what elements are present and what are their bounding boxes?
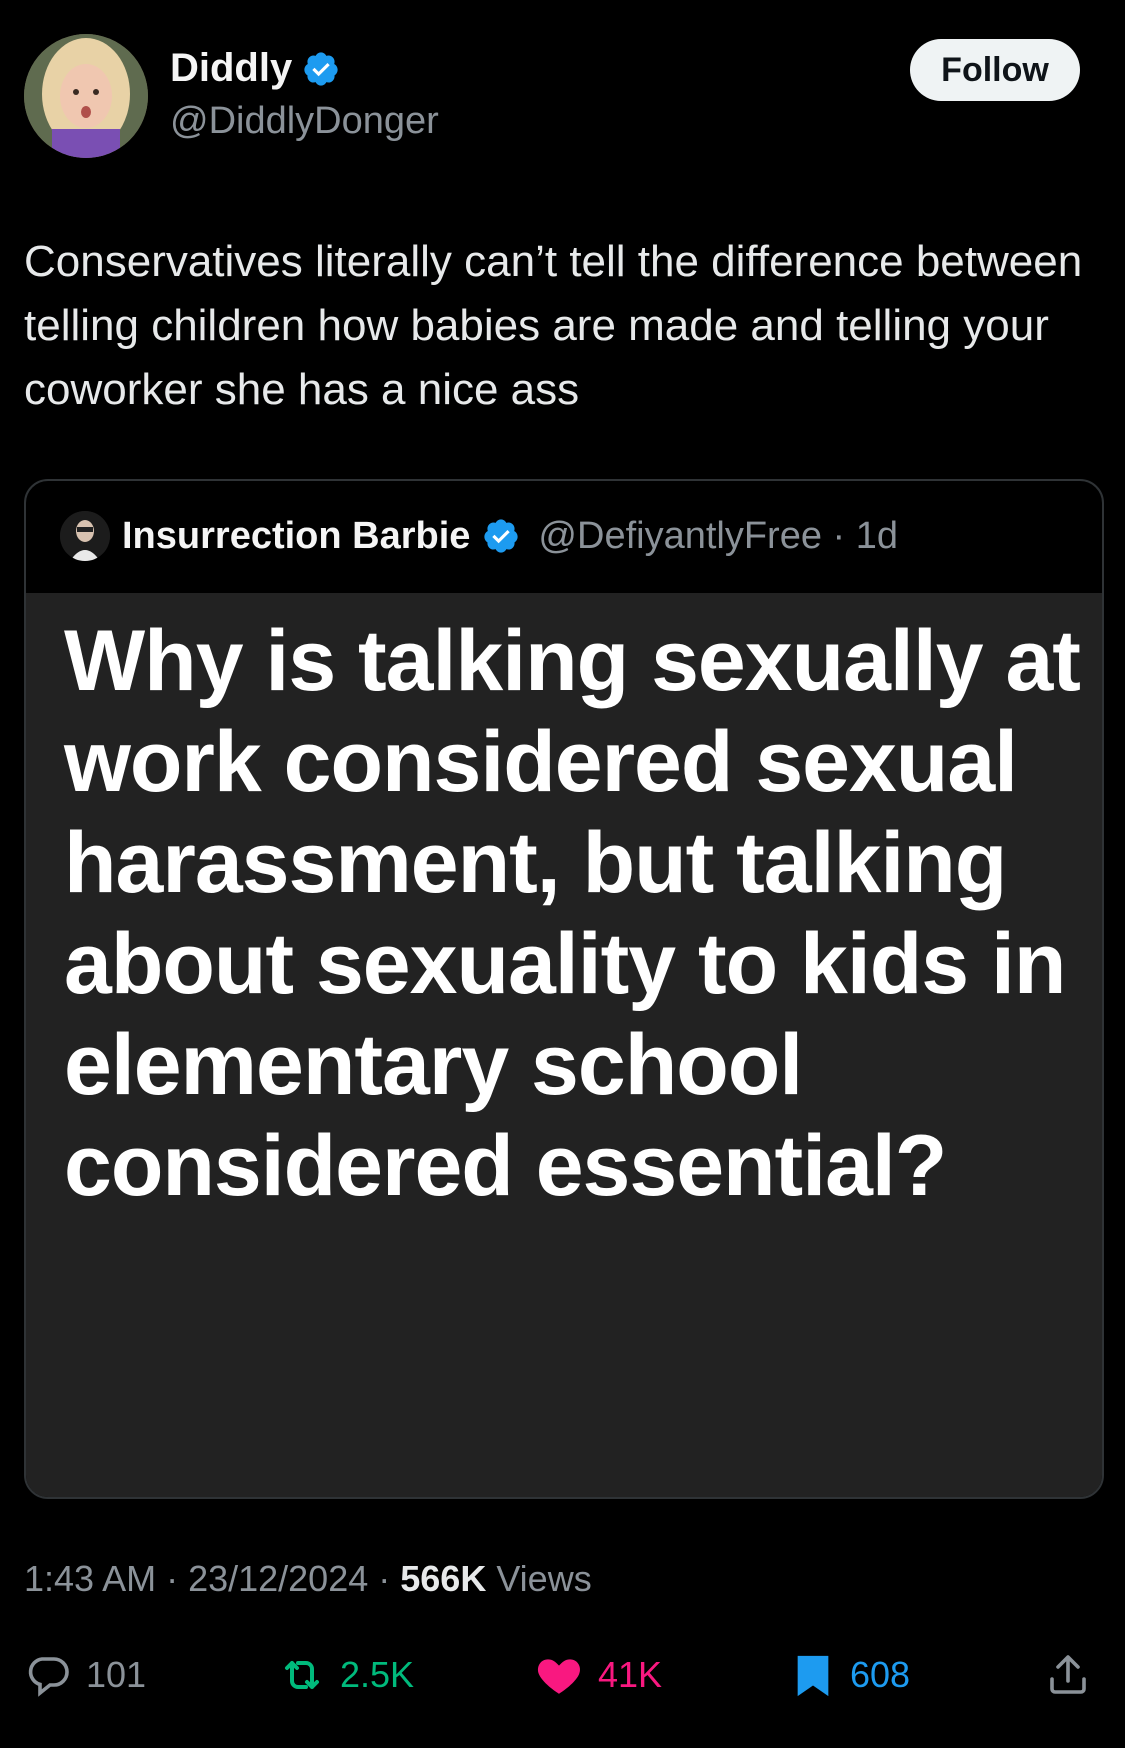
quote-header: Insurrection Barbie @DefiyantlyFree · 1d [26,481,1102,591]
quote-author-handle-time[interactable]: @DefiyantlyFree · 1d [538,515,898,558]
repost-icon [285,1661,319,1689]
like-count: 41K [598,1654,663,1695]
share-icon [1050,1655,1086,1694]
verified-badge-icon [304,51,338,86]
reply-count: 101 [86,1654,147,1695]
bookmark-button[interactable]: 608 [790,1640,910,1710]
heart-icon [537,1659,581,1694]
views-label: Views [486,1558,592,1599]
quote-avatar-image [60,511,110,561]
avatar-image [24,34,148,158]
quote-author-name[interactable]: Insurrection Barbie [122,515,470,558]
views-count: 566K [400,1558,487,1599]
quote-tweet-card[interactable]: Insurrection Barbie @DefiyantlyFree · 1d… [24,479,1104,1499]
quote-author-avatar[interactable] [60,511,110,561]
share-button[interactable] [1044,1640,1092,1710]
like-button[interactable]: 41K [534,1640,662,1710]
author-handle[interactable]: @DiddlyDonger [170,100,439,143]
quote-image[interactable]: Why is talking sexually at work consider… [26,593,1102,1497]
repost-count: 2.5K [340,1654,415,1695]
reply-button[interactable]: 101 [24,1640,146,1710]
follow-button[interactable]: Follow [910,39,1080,101]
tweet-meta: 1:43 AM · 23/12/2024 · 566K Views [24,1558,592,1600]
author-avatar[interactable] [24,34,148,158]
tweet-timestamp[interactable]: 1:43 AM · 23/12/2024 · [24,1558,400,1599]
tweet-text: Conservatives literally can’t tell the d… [24,237,1083,414]
action-bar: 101 2.5K 41K 608 [0,1640,1125,1710]
quote-verified-badge-icon [484,519,519,553]
author-display-name[interactable]: Diddly [170,46,340,91]
repost-button[interactable]: 2.5K [278,1640,414,1710]
quote-image-text: Why is talking sexually at work consider… [64,613,1081,1214]
reply-icon [28,1657,69,1697]
bookmark-count: 608 [850,1654,911,1695]
bookmark-icon [797,1655,829,1697]
author-name-text[interactable]: Diddly [170,46,292,91]
